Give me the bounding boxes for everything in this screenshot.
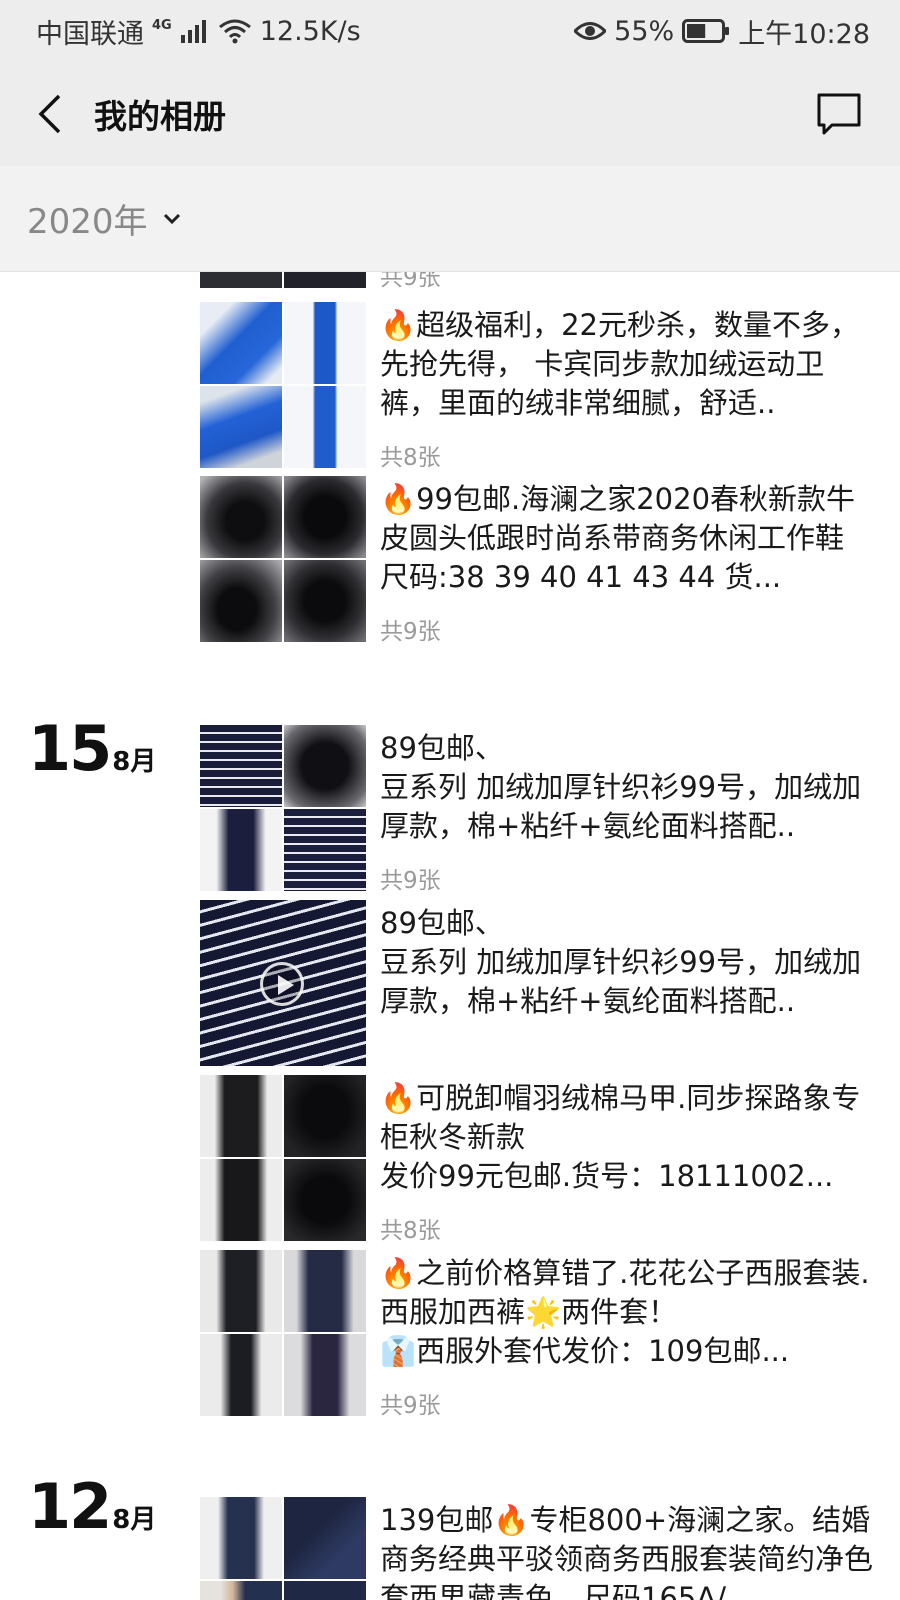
album-feed[interactable]: 共9张 🔥超级福利，22元秒杀，数量不多，先抢先得， 卡宾同步款加绒运动卫裤，里… [0,272,900,1600]
photo-grid [200,476,366,642]
album-entry[interactable]: 89包邮、 豆系列 加绒加厚针织衫99号，加绒加厚款，棉+粘纤+氨纶面料搭配.. [200,900,890,1066]
message-icon [817,93,861,135]
photo-thumbnail [200,1581,282,1600]
photo-count: 共8张 [380,445,441,471]
entry-caption: 🔥之前价格算错了.花花公子西服套装.西服加西裤🌟两件套！ 👔西服外套代发价：10… [380,1256,870,1368]
photo-count: 共8张 [380,1218,441,1244]
carrier-label: 中国联通 [36,18,144,50]
year-selector[interactable]: 2020年 [0,166,900,272]
clock: 上午10:28 [738,18,870,50]
album-entry[interactable]: 139包邮🔥专柜800+海澜之家。结婚商务经典平驳领商务西服套装简约净色套西男藏… [200,1497,890,1600]
photo-thumbnail [284,1159,366,1241]
photo-grid [200,1075,366,1241]
photo-thumbnail [200,1075,282,1157]
photo-grid [200,302,366,468]
album-entry[interactable]: 共9张 [200,272,890,291]
photo-thumbnail [200,386,282,468]
photo-grid [200,1250,366,1416]
entry-caption: 139包邮🔥专柜800+海澜之家。结婚商务经典平驳领商务西服套装简约净色套西男藏… [380,1503,874,1600]
chevron-down-icon [163,213,180,224]
wifi-icon [218,19,251,44]
photo-count: 共9张 [380,272,441,291]
entry-caption: 89包邮、 豆系列 加绒加厚针织衫99号，加绒加厚款，棉+粘纤+氨纶面料搭配.. [380,731,862,843]
photo-thumbnail [200,809,282,891]
date-month: 8月 [112,1505,157,1535]
date-month: 8月 [112,747,157,777]
date-day: 15 [28,712,112,785]
photo-thumbnail [200,1334,282,1416]
page-title: 我的相册 [94,97,226,136]
photo-thumbnail [284,302,366,384]
photo-thumbnail [284,725,366,807]
album-entry[interactable]: 🔥可脱卸帽羽绒棉马甲.同步探路象专柜秋冬新款 发价99元包邮.货号：181110… [200,1075,890,1244]
chevron-left-icon [38,94,61,134]
photo-thumbnail [284,1581,366,1600]
photo-thumbnail [200,476,282,558]
photo-thumbnail [200,1250,282,1332]
photo-count: 共9张 [380,1393,441,1419]
video-thumbnail [200,900,366,1066]
photo-thumbnail [200,1497,282,1579]
photo-thumbnail [284,386,366,468]
back-button[interactable] [30,94,70,134]
photo-thumbnail [200,725,282,807]
eye-icon [574,22,607,40]
photo-grid [200,272,366,288]
message-button[interactable] [816,92,862,136]
nav-bar: 我的相册 [0,62,900,166]
album-entry[interactable]: 🔥超级福利，22元秒杀，数量不多，先抢先得， 卡宾同步款加绒运动卫裤，里面的绒非… [200,302,890,471]
play-icon [260,962,304,1006]
photo-grid [200,725,366,891]
album-entry[interactable]: 🔥99包邮.海澜之家2020春秋新款牛皮圆头低跟时尚系带商务休闲工作鞋 尺码:3… [200,476,890,645]
network-type: 4G [152,17,172,33]
album-entry[interactable]: 89包邮、 豆系列 加绒加厚针织衫99号，加绒加厚款，棉+粘纤+氨纶面料搭配..… [200,725,890,894]
photo-thumbnail [284,1250,366,1332]
photo-thumbnail [284,1497,366,1579]
photo-thumbnail [284,1075,366,1157]
entry-caption: 🔥99包邮.海澜之家2020春秋新款牛皮圆头低跟时尚系带商务休闲工作鞋 尺码:3… [380,482,856,594]
entry-caption: 🔥超级福利，22元秒杀，数量不多，先抢先得， 卡宾同步款加绒运动卫裤，里面的绒非… [380,308,860,420]
photo-thumbnail [200,560,282,642]
album-entry[interactable]: 🔥之前价格算错了.花花公子西服套装.西服加西裤🌟两件套！ 👔西服外套代发价：10… [200,1250,890,1419]
date-label: 15 8月 [28,712,156,785]
date-label: 12 8月 [28,1470,156,1543]
year-label: 2020年 [27,202,148,242]
battery-fill [687,24,706,38]
photo-count: 共9张 [380,868,441,894]
date-day: 12 [28,1470,112,1543]
photo-thumbnail [284,1334,366,1416]
photo-thumbnail [284,476,366,558]
photo-thumbnail [284,560,366,642]
photo-grid [200,1497,366,1600]
photo-thumbnail [200,1159,282,1241]
entry-caption: 🔥可脱卸帽羽绒棉马甲.同步探路象专柜秋冬新款 发价99元包邮.货号：181110… [380,1081,861,1193]
photo-count: 共9张 [380,619,441,645]
photo-thumbnail [284,272,366,288]
photo-thumbnail [284,809,366,891]
battery-icon [682,19,730,43]
photo-thumbnail [200,272,282,288]
battery-percent: 55% [614,15,675,47]
status-bar: 中国联通 4G 12.5K/s 55% 上午10:28 [0,0,900,62]
network-speed: 12.5K/s [259,15,361,47]
signal-icon [180,20,206,43]
photo-thumbnail [200,302,282,384]
entry-caption: 89包邮、 豆系列 加绒加厚针织衫99号，加绒加厚款，棉+粘纤+氨纶面料搭配.. [380,906,862,1018]
